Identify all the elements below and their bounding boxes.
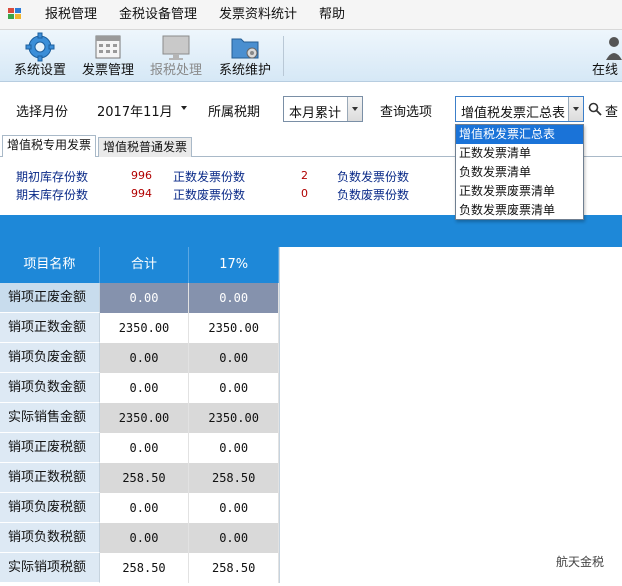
query-select[interactable]: 增值税发票汇总表: [455, 96, 584, 122]
invoice-management-button[interactable]: 发票管理: [78, 32, 138, 80]
row-label[interactable]: 销项负废税额: [0, 493, 100, 523]
rate-cell[interactable]: 0.00: [189, 433, 279, 463]
toolbar-separator: [283, 36, 284, 76]
table-header: 项目名称 合计 17%: [0, 247, 279, 283]
rate-cell[interactable]: 0.00: [189, 283, 279, 313]
rate-cell[interactable]: 2350.00: [189, 313, 279, 343]
row-label[interactable]: 销项负数金额: [0, 373, 100, 403]
search-button[interactable]: 查: [588, 101, 622, 120]
query-label: 查询选项: [380, 105, 433, 120]
app-window: 报税管理 金税设备管理 发票资料统计 帮助 系统设置 发票管理 报税处理 系统维…: [0, 0, 622, 586]
table-row[interactable]: 实际销项税额 258.50 258.50: [0, 553, 279, 583]
rate-cell[interactable]: 258.50: [189, 463, 279, 493]
row-label[interactable]: 销项负数税额: [0, 523, 100, 553]
user-icon: [592, 32, 622, 62]
column-header-rate[interactable]: 17%: [189, 247, 279, 283]
dropdown-option[interactable]: 正数发票清单: [456, 144, 583, 163]
period-select[interactable]: 本月累计: [283, 96, 363, 122]
total-cell[interactable]: 2350.00: [99, 313, 190, 343]
row-label[interactable]: 销项正废金额: [0, 283, 100, 313]
opening-stock-label: 期初库存份数: [16, 170, 89, 184]
opening-stock-value: 996: [131, 169, 152, 182]
table-row[interactable]: 销项负数金额 0.00 0.00: [0, 373, 279, 403]
rate-cell[interactable]: 0.00: [189, 523, 279, 553]
table-row[interactable]: 销项正废金额 0.00 0.00: [0, 283, 279, 313]
total-cell[interactable]: 0.00: [99, 283, 190, 313]
row-label[interactable]: 实际销项税额: [0, 553, 100, 583]
rate-cell[interactable]: 0.00: [189, 343, 279, 373]
folder-gear-icon: [229, 32, 261, 62]
month-select[interactable]: 2017年11月: [97, 101, 173, 120]
positive-invoice-value: 2: [301, 169, 308, 182]
tab-vat-general[interactable]: 增值税普通发票: [98, 137, 193, 157]
positive-void-value: 0: [301, 187, 308, 200]
gear-icon: [24, 32, 56, 62]
total-cell[interactable]: 0.00: [99, 433, 190, 463]
tax-processing-button[interactable]: 报税处理: [146, 32, 206, 80]
month-label: 选择月份: [16, 105, 69, 120]
app-icon: [8, 7, 24, 22]
total-cell[interactable]: 0.00: [99, 523, 190, 553]
system-settings-button[interactable]: 系统设置: [8, 32, 72, 80]
row-label[interactable]: 销项正数金额: [0, 313, 100, 343]
calendar-icon: [92, 32, 124, 62]
positive-void-label: 正数废票份数: [173, 188, 246, 202]
system-maintenance-button[interactable]: 系统维护: [214, 32, 276, 80]
column-header-item[interactable]: 项目名称: [0, 247, 100, 283]
watermark: 航天金税: [555, 555, 604, 569]
table-body: 销项正废金额 0.00 0.00 销项正数金额 2350.00 2350.00 销项负废金额…: [0, 283, 279, 583]
online-button[interactable]: 在线: [592, 32, 622, 80]
menu-item-help[interactable]: 帮助: [308, 0, 356, 30]
total-cell[interactable]: 258.50: [99, 553, 190, 583]
dropdown-option[interactable]: 增值税发票汇总表: [456, 125, 583, 144]
total-cell[interactable]: 258.50: [99, 463, 190, 493]
total-cell[interactable]: 0.00: [99, 373, 190, 403]
rate-cell[interactable]: 0.00: [189, 493, 279, 523]
search-icon: [588, 102, 602, 116]
row-label[interactable]: 实际销售金额: [0, 403, 100, 433]
query-options-dropdown: 增值税发票汇总表 正数发票清单 负数发票清单 正数发票废票清单 负数发票废票清单: [455, 124, 584, 220]
rate-cell[interactable]: 258.50: [189, 553, 279, 583]
dropdown-option[interactable]: 负数发票废票清单: [456, 201, 583, 220]
chevron-down-icon[interactable]: [347, 97, 362, 121]
negative-void-label: 负数废票份数: [337, 188, 410, 202]
negative-invoice-label: 负数发票份数: [337, 170, 410, 184]
row-label[interactable]: 销项负废金额: [0, 343, 100, 373]
menu-bar: 报税管理 金税设备管理 发票资料统计 帮助: [0, 0, 622, 30]
monitor-icon: [160, 32, 192, 62]
dropdown-option[interactable]: 正数发票废票清单: [456, 182, 583, 201]
summary-table: 项目名称 合计 17% 销项正废金额 0.00 0.00 销项正数金额 2350.00 2…: [0, 247, 280, 583]
menu-item-statistics[interactable]: 发票资料统计: [208, 0, 308, 30]
total-cell[interactable]: 0.00: [99, 493, 190, 523]
menu-item-device[interactable]: 金税设备管理: [108, 0, 208, 30]
chevron-down-icon[interactable]: [181, 106, 187, 110]
chevron-down-icon[interactable]: [568, 97, 583, 121]
menu-item-tax-report[interactable]: 报税管理: [34, 0, 108, 30]
column-header-total[interactable]: 合计: [99, 247, 190, 283]
closing-stock-label: 期末库存份数: [16, 188, 89, 202]
toolbar: 系统设置 发票管理 报税处理 系统维护 在线: [0, 30, 622, 82]
table-row[interactable]: 销项负废税额 0.00 0.00: [0, 493, 279, 523]
period-label: 所属税期: [208, 105, 261, 120]
total-cell[interactable]: 2350.00: [99, 403, 190, 433]
table-row[interactable]: 销项负废金额 0.00 0.00: [0, 343, 279, 373]
rate-cell[interactable]: 2350.00: [189, 403, 279, 433]
row-label[interactable]: 销项正废税额: [0, 433, 100, 463]
rate-cell[interactable]: 0.00: [189, 373, 279, 403]
table-row[interactable]: 销项正数金额 2350.00 2350.00: [0, 313, 279, 343]
row-label[interactable]: 销项正数税额: [0, 463, 100, 493]
dropdown-option[interactable]: 负数发票清单: [456, 163, 583, 182]
table-row[interactable]: 实际销售金额 2350.00 2350.00: [0, 403, 279, 433]
closing-stock-value: 994: [131, 187, 152, 200]
table-row[interactable]: 销项负数税额 0.00 0.00: [0, 523, 279, 553]
positive-invoice-label: 正数发票份数: [173, 170, 246, 184]
table-row[interactable]: 销项正数税额 258.50 258.50: [0, 463, 279, 493]
tab-vat-special[interactable]: 增值税专用发票: [2, 135, 97, 158]
table-row[interactable]: 销项正废税额 0.00 0.00: [0, 433, 279, 463]
total-cell[interactable]: 0.00: [99, 343, 190, 373]
